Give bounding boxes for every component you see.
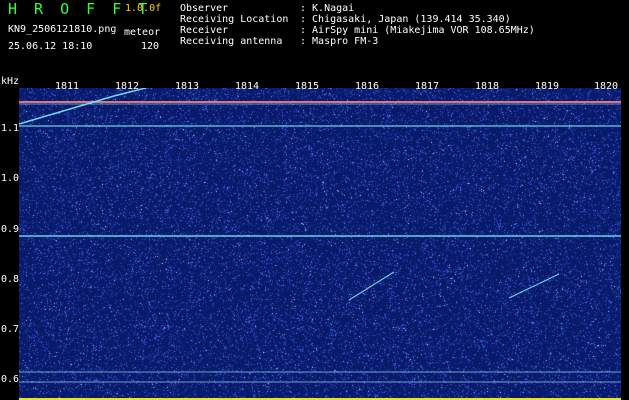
x-tick-1820: 1820 <box>594 81 619 92</box>
spectrogram-traces <box>19 88 621 400</box>
x-tick-1819: 1819 <box>535 81 560 92</box>
meta-value-antenna: : Maspro FM-3 <box>300 36 379 47</box>
meta-labels: Observer Receiving Location Receiver Rec… <box>180 3 288 47</box>
meta-label-location: Receiving Location <box>180 14 289 25</box>
x-tick-1817: 1817 <box>415 81 440 92</box>
x-tick-1814: 1814 <box>235 81 260 92</box>
meta-label-receiver: Receiver <box>180 25 229 36</box>
x-tick-1818: 1818 <box>475 81 500 92</box>
x-tick-1813: 1813 <box>175 81 200 92</box>
meta-label-antenna: Receiving antenna <box>180 36 283 47</box>
mode-label: meteor <box>124 27 161 38</box>
y-tick-0-7: 0.7 <box>1 324 20 335</box>
y-unit-label: kHz <box>1 76 20 87</box>
meteor-trace-1 <box>19 95 115 125</box>
spectrogram-panel: kHz 1.1 1.0 0.9 0.8 0.7 0.6 1811 1812 18… <box>0 76 629 400</box>
datetime-label: 25.06.12 18:10 <box>8 41 93 52</box>
meta-value-receiver: : AirSpy mini (Miakejima VOR 108.65MHz) <box>300 25 535 36</box>
y-tick-1-1: 1.1 <box>1 123 20 134</box>
x-tick-1811: 1811 <box>55 81 80 92</box>
meta-values: : K.Nagai : Chigasaki, Japan (139.414 35… <box>300 3 535 47</box>
x-tick-1816: 1816 <box>355 81 380 92</box>
filename-label: KN9_2506121810.png <box>8 24 117 35</box>
spectrogram-canvas <box>19 88 621 400</box>
meteor-trace-3 <box>348 271 395 301</box>
y-tick-0-8: 0.8 <box>1 274 20 285</box>
y-tick-0-9: 0.9 <box>1 224 20 235</box>
x-tick-1812: 1812 <box>115 81 140 92</box>
meta-value-location: : Chigasaki, Japan (139.414 35.340) <box>300 14 511 25</box>
value-label: 120 <box>141 41 160 52</box>
meteor-trace-4 <box>508 273 560 299</box>
header-panel: H R O F F T 1.0.0f KN9_2506121810.png me… <box>0 0 629 76</box>
y-tick-1-0: 1.0 <box>1 173 20 184</box>
meta-label-observer: Observer <box>180 3 229 14</box>
version-label: 1.0.0f <box>125 3 162 14</box>
meta-value-observer: : K.Nagai <box>300 3 355 14</box>
y-tick-0-6: 0.6 <box>1 374 20 385</box>
x-tick-1815: 1815 <box>295 81 320 92</box>
